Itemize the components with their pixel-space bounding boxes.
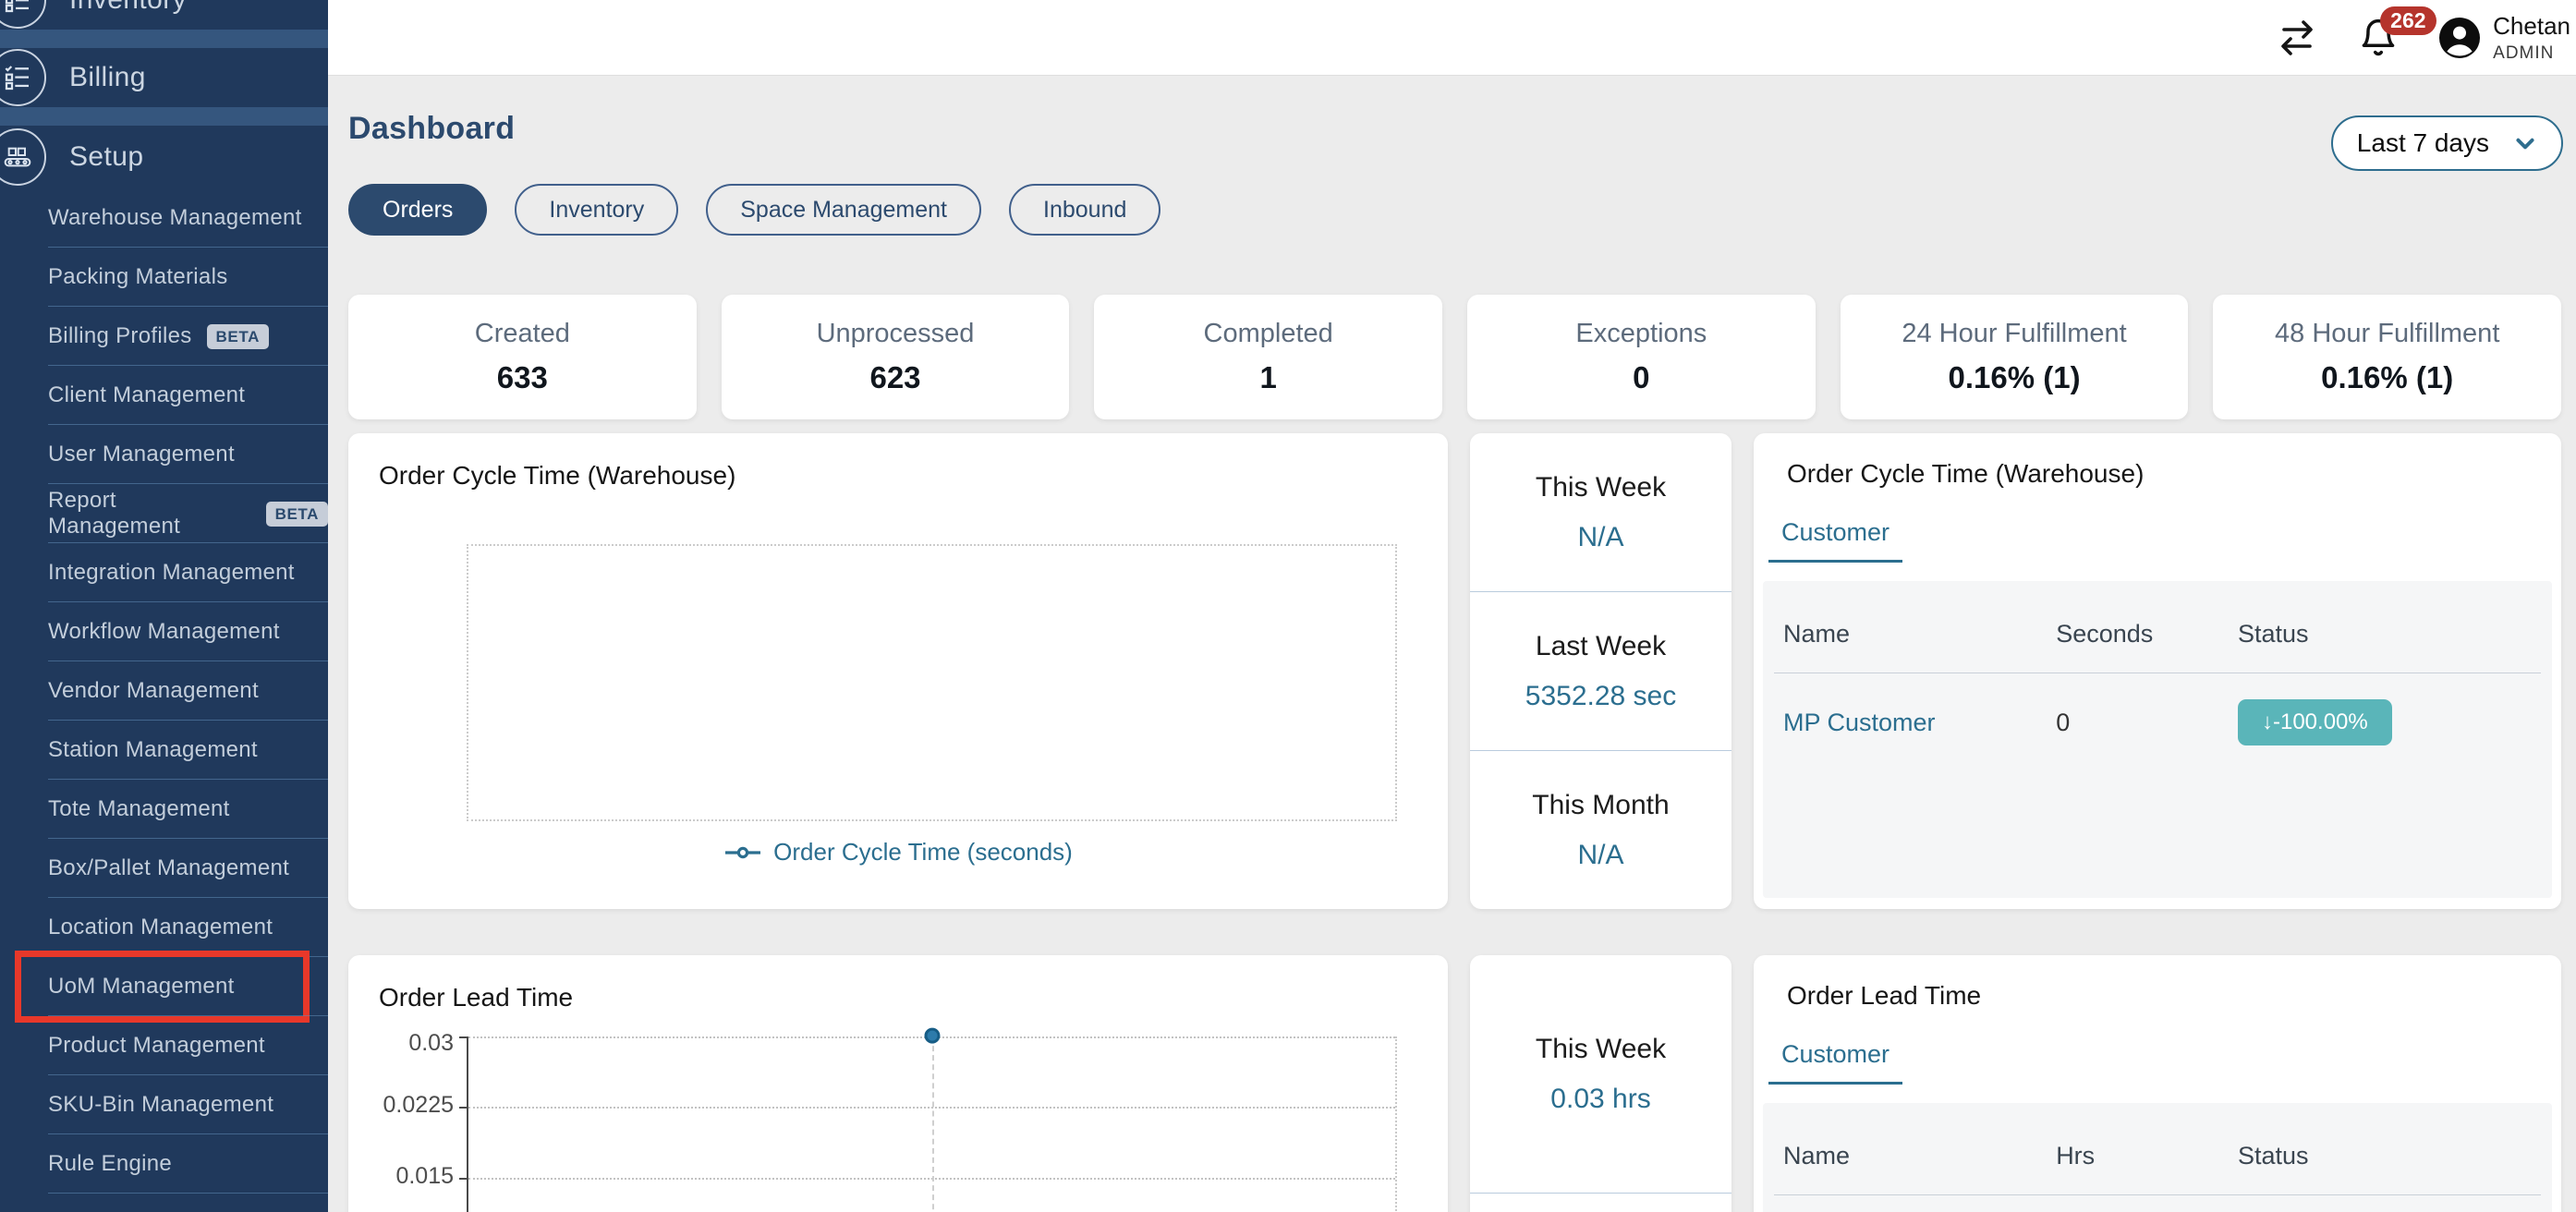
status-badge: ↓-100.00% (2238, 699, 2392, 745)
lead-time-chart-card: Order Lead Time 0.03 0.0225 0.015 (348, 955, 1448, 1212)
sidebar-item-warehouse-management[interactable]: Warehouse Management (0, 188, 328, 248)
main-content: Dashboard Last 7 days Orders Inventory S… (328, 76, 2576, 1212)
seconds-value: 0 (2056, 709, 2238, 737)
y-tick-label: 0.0225 (365, 1092, 454, 1119)
sidebar-item-client-management[interactable]: Client Management (0, 366, 328, 425)
sidebar-item-integration-management[interactable]: Integration Management (0, 543, 328, 602)
setup-submenu: Warehouse Management Packing Materials B… (0, 188, 328, 1194)
chevron-down-icon (2513, 131, 2537, 155)
billing-icon (0, 49, 46, 106)
lead-time-summary-card: This Week 0.03 hrs Last Week 0.05 hrs (1470, 955, 1732, 1212)
tab-inbound[interactable]: Inbound (1009, 184, 1160, 236)
kpi-card-unprocessed: Unprocessed 623 (722, 295, 1070, 419)
sidebar-divider-band (0, 107, 328, 126)
sidebar-item-workflow-management[interactable]: Workflow Management (0, 602, 328, 661)
sidebar-item-location-management[interactable]: Location Management (0, 898, 328, 957)
inventory-icon (0, 0, 46, 29)
table-header: Name Hrs Status (1774, 1103, 2541, 1195)
summary-last-week: Last Week 0.05 hrs (1470, 1194, 1732, 1212)
user-name: Chetan (2493, 12, 2570, 41)
cycle-time-table: Name Seconds Status MP Customer 0 ↓-100.… (1763, 581, 2552, 898)
summary-this-week: This Week N/A (1470, 433, 1732, 592)
page-title: Dashboard (348, 76, 2561, 147)
y-tick-label: 0.03 (365, 1030, 454, 1057)
kpi-card-created: Created 633 (348, 295, 697, 419)
sidebar-item-station-management[interactable]: Station Management (0, 721, 328, 780)
sidebar-item-packing-materials[interactable]: Packing Materials (0, 248, 328, 307)
legend-label: Order Cycle Time (seconds) (773, 838, 1073, 867)
sidebar-item-box-pallet-management[interactable]: Box/Pallet Management (0, 839, 328, 898)
customer-link[interactable]: MP Customer (1783, 709, 2056, 737)
user-menu[interactable]: Chetan ADMIN (2437, 12, 2570, 64)
sidebar-item-inventory[interactable]: Inventory (0, 0, 328, 30)
table-row: MP Customer 0 ↓-100.00% (1774, 673, 2541, 745)
chart-title: Order Cycle Time (Warehouse) (379, 461, 1417, 491)
beta-badge: BETA (266, 502, 328, 527)
user-role: ADMIN (2493, 43, 2570, 64)
chart-title: Order Lead Time (379, 983, 1417, 1012)
date-range-value: Last 7 days (2357, 128, 2489, 158)
kpi-card-completed: Completed 1 (1094, 295, 1442, 419)
sidebar-item-sku-bin-management[interactable]: SKU-Bin Management (0, 1075, 328, 1134)
sidebar-item-billing[interactable]: Billing (0, 48, 328, 107)
tab-inventory[interactable]: Inventory (515, 184, 678, 236)
tab-orders[interactable]: Orders (348, 184, 487, 236)
top-bar: 262 Chetan ADMIN (328, 0, 2576, 76)
sidebar-item-product-management[interactable]: Product Management (0, 1016, 328, 1075)
cycle-time-plot-area (467, 544, 1397, 821)
table-header: Name Seconds Status (1774, 581, 2541, 673)
sidebar-item-uom-management[interactable]: UoM Management (0, 957, 328, 1016)
beta-badge: BETA (207, 324, 269, 349)
y-tick-label: 0.015 (365, 1163, 454, 1190)
table-row: MP Customer 0.03 ↓-40.00% (1774, 1195, 2541, 1212)
tab-customer[interactable]: Customer (1768, 518, 1902, 563)
axis-tick (459, 1036, 468, 1038)
lead-time-row: Order Lead Time 0.03 0.0225 0.015 This W… (348, 955, 2561, 1212)
axis-tick (459, 1178, 468, 1180)
lead-time-plot-area: 0.03 0.0225 0.015 (467, 1036, 1397, 1212)
sidebar-divider-band (0, 30, 328, 48)
setup-conveyor-icon (0, 128, 46, 186)
tab-customer[interactable]: Customer (1768, 1040, 1902, 1085)
sidebar-item-setup[interactable]: Setup (0, 126, 328, 188)
kpi-card-exceptions: Exceptions 0 (1467, 295, 1816, 419)
swap-arrows-icon[interactable] (2275, 18, 2319, 57)
hover-guide-line (932, 1036, 934, 1212)
sidebar-item-report-management[interactable]: Report ManagementBETA (0, 484, 328, 543)
line-marker-icon (723, 845, 762, 860)
sidebar-item-vendor-management[interactable]: Vendor Management (0, 661, 328, 721)
kpi-cards: Created 633 Unprocessed 623 Completed 1 … (348, 295, 2561, 419)
cycle-time-summary-card: This Week N/A Last Week 5352.28 sec This… (1470, 433, 1732, 909)
chart-legend-item[interactable]: Order Cycle Time (seconds) (348, 838, 1448, 867)
axis-tick (459, 1107, 468, 1109)
kpi-card-48h-fulfillment: 48 Hour Fulfillment 0.16% (1) (2213, 295, 2561, 419)
summary-this-month: This Month N/A (1470, 751, 1732, 909)
sidebar-item-billing-profiles[interactable]: Billing ProfilesBETA (0, 307, 328, 366)
notification-count-badge: 262 (2380, 6, 2436, 35)
cycle-time-table-card: Order Cycle Time (Warehouse) Customer Na… (1754, 433, 2561, 909)
dashboard-tabs: Orders Inventory Space Management Inboun… (348, 184, 2561, 236)
table-card-title: Order Lead Time (1787, 981, 2561, 1011)
data-point-marker (924, 1028, 940, 1044)
avatar (2437, 16, 2482, 60)
table-card-title: Order Cycle Time (Warehouse) (1787, 459, 2561, 489)
lead-time-table-card: Order Lead Time Customer Name Hrs Status… (1754, 955, 2561, 1212)
lead-time-table: Name Hrs Status MP Customer 0.03 ↓-40.00… (1763, 1103, 2552, 1212)
sidebar-nav: Inventory Billing Setup Warehouse Manage… (0, 0, 328, 1212)
cycle-time-row: Order Cycle Time (Warehouse) Order Cycle… (348, 433, 2561, 909)
notification-bell-icon[interactable]: 262 (2358, 16, 2399, 60)
tab-space-management[interactable]: Space Management (706, 184, 981, 236)
kpi-card-24h-fulfillment: 24 Hour Fulfillment 0.16% (1) (1841, 295, 2189, 419)
sidebar-item-user-management[interactable]: User Management (0, 425, 328, 484)
sidebar-item-rule-engine[interactable]: Rule Engine (0, 1134, 328, 1194)
summary-last-week: Last Week 5352.28 sec (1470, 592, 1732, 751)
date-range-dropdown[interactable]: Last 7 days (2331, 115, 2563, 171)
sidebar-item-tote-management[interactable]: Tote Management (0, 780, 328, 839)
cycle-time-chart-card: Order Cycle Time (Warehouse) Order Cycle… (348, 433, 1448, 909)
summary-this-week: This Week 0.03 hrs (1470, 955, 1732, 1194)
